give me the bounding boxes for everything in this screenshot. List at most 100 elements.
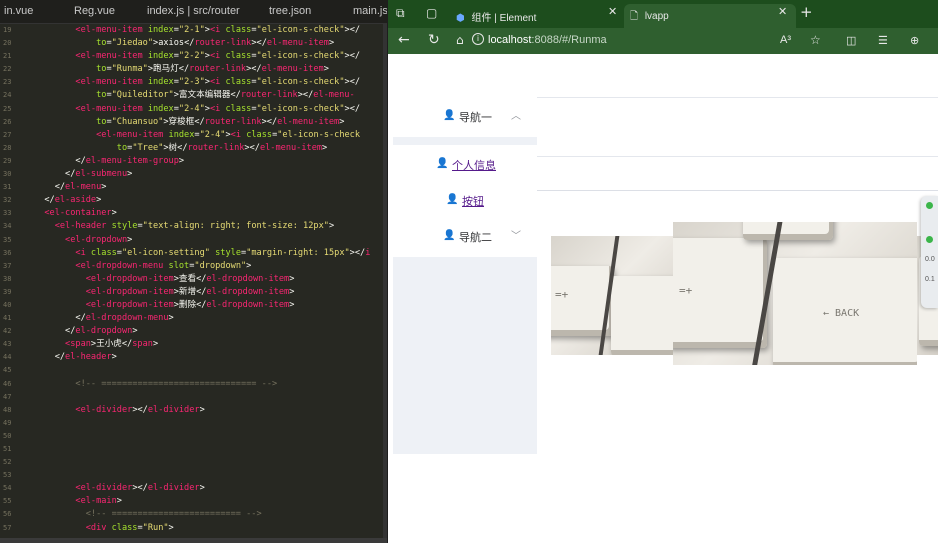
submenu-nav-1[interactable]: 👤 导航一 ︿ [393,97,537,137]
url-field[interactable]: localhost:8088/#/Runma [488,31,748,51]
status-dot [926,236,933,243]
code-token: el-submenu [75,169,128,180]
code-token: class [225,77,252,88]
code-line[interactable]: 34 <el-header style="text-align: right; … [0,220,387,233]
code-text: <el-menu-item index="2-4"><i class="el-i… [34,129,360,142]
code-line[interactable]: 46 <!-- ============================== -… [0,378,387,391]
code-token: ></ [246,64,262,75]
code-line[interactable]: 30 </el-submenu> [0,168,387,181]
browser-tab-lvapp[interactable]: 🗋 lvapp [624,4,796,28]
code-token: ></ [344,51,361,62]
code-line[interactable]: 45 [0,364,387,377]
code-line[interactable]: 44 </el-header> [0,351,387,364]
code-line[interactable]: 36 <i class="el-icon-setting" style="mar… [0,247,387,260]
panel-text: 0.1 [925,276,935,283]
menu-item-profile[interactable]: 👤 个人信息 [393,145,537,185]
code-token: > [178,155,185,166]
new-tab-icon[interactable]: + [800,3,813,21]
favorites-list-icon[interactable]: ☰ [878,34,888,47]
menu-item-button[interactable]: 👤 按钮 [393,181,537,221]
submenu-nav-2[interactable]: 👤 导航二 ﹀ [393,217,537,257]
carousel-slide-active[interactable]: =+ ← BACK [673,222,917,365]
code-line[interactable]: 48 <el-divider></el-divider> [0,404,387,417]
code-line[interactable]: 56 <!-- ========================= --> [0,508,387,521]
code-line[interactable]: 47 [0,391,387,404]
tab-actions-icon[interactable]: ▢ [426,6,437,20]
code-line[interactable]: 28 to="Tree">树</router-link></el-menu-it… [0,142,387,155]
workspaces-icon[interactable]: ⧉ [396,6,405,21]
code-line[interactable]: 21 <el-menu-item index="2-2"><i class="e… [0,50,387,63]
editor-tab-reg-vue[interactable]: Reg.vue [74,0,147,23]
code-line[interactable]: 29 </el-menu-item-group> [0,155,387,168]
code-line[interactable]: 22 to="Runma">跑马灯</router-link></el-menu… [0,63,387,76]
carousel[interactable]: =+ =+ ← BACK [551,222,938,372]
site-info-icon[interactable]: i [472,33,484,45]
editor-horizontal-scrollbar[interactable] [0,538,387,543]
code-line[interactable]: 31 </el-menu> [0,181,387,194]
line-number: 53 [3,471,12,480]
code-line[interactable]: 54 <el-divider></el-divider> [0,482,387,495]
close-tab-icon[interactable]: ✕ [608,5,617,18]
editor-vertical-scrollbar[interactable] [383,24,387,538]
content-divider [537,190,938,191]
code-line[interactable]: 39 <el-dropdown-item>新增</el-dropdown-ite… [0,286,387,299]
code-line[interactable]: 38 <el-dropdown-item>查看</el-dropdown-ite… [0,273,387,286]
code-line[interactable]: 33 <el-container> [0,207,387,220]
code-line[interactable]: 37 <el-dropdown-menu slot="dropdown"> [0,260,387,273]
code-text: <el-header style="text-align: right; fon… [34,220,334,233]
editor-tab-main-js[interactable]: main.js [353,0,387,23]
editor-tab-index-js[interactable]: index.js | src/router [147,0,269,23]
page-content: 👤 导航一 ︿ 👤 个人信息 👤 按钮 👤 导航二 ﹀ =+ =+ ← BACK… [388,54,938,543]
code-line[interactable]: 26 to="Chuansuo">穿梭框</router-link></el-m… [0,116,387,129]
floating-side-panel[interactable]: 0.0 0.1 [921,196,938,308]
code-line[interactable]: 52 [0,456,387,469]
code-line[interactable]: 51 [0,443,387,456]
read-aloud-icon[interactable]: A³ [780,34,791,46]
code-line[interactable]: 50 [0,430,387,443]
editor-tab-tree-json[interactable]: tree.json [269,0,353,23]
code-line[interactable]: 23 <el-menu-item index="2-3"><i class="e… [0,76,387,89]
code-token: el-menu-item-group [85,155,179,166]
code-text: <el-menu-item index="2-1"><i class="el-i… [34,24,360,37]
code-line[interactable]: 53 [0,469,387,482]
code-line[interactable]: 25 <el-menu-item index="2-4"><i class="e… [0,103,387,116]
line-number: 40 [3,300,12,309]
back-icon[interactable]: ← [398,32,410,48]
split-screen-icon[interactable]: ◫ [846,34,856,47]
carousel-slide-prev[interactable]: =+ [551,236,675,355]
favorite-star-icon[interactable]: ☆ [810,33,821,47]
refresh-icon[interactable]: ↻ [428,32,440,48]
browser-tab-element[interactable]: ⬢ 组件 | Element [450,4,626,28]
code-line[interactable]: 57 <div class="Run"> [0,522,387,535]
profile-link[interactable]: 个人信息 [452,157,496,173]
code-line[interactable]: 55 <el-main> [0,495,387,508]
code-line[interactable]: 32 </el-aside> [0,194,387,207]
code-token: "Run" [142,522,169,533]
code-text: <el-dropdown-item>查看</el-dropdown-item> [34,273,295,286]
code-token: ></ [132,404,148,415]
code-token: > [168,522,174,533]
home-icon[interactable]: ⌂ [456,33,464,47]
code-line[interactable]: 20 to="Jiedao">axios</router-link></el-m… [0,37,387,50]
collections-icon[interactable]: ⊕ [910,34,919,47]
button-link[interactable]: 按钮 [462,193,484,209]
code-line[interactable]: 24 to="Quileditor">富文本编辑器</router-link><… [0,89,387,102]
code-token: >查看</ [173,273,207,284]
code-token: router-link [187,142,245,153]
code-token: <!-- ============================== --> [34,378,278,389]
close-tab-icon[interactable]: ✕ [778,5,787,18]
code-token: > [322,142,328,153]
code-token: to [34,90,107,101]
code-line[interactable]: 49 [0,417,387,430]
code-line[interactable]: 42 </el-dropdown> [0,325,387,338]
editor-tab-main-vue[interactable]: in.vue [4,0,74,23]
code-token: "Quileditor" [111,90,174,101]
code-line[interactable]: 41 </el-dropdown-menu> [0,312,387,325]
element-favicon-icon: ⬢ [456,13,465,24]
code-line[interactable]: 43 <span>王小虎</span> [0,338,387,351]
code-line[interactable]: 40 <el-dropdown-item>删除</el-dropdown-ite… [0,299,387,312]
code-line[interactable]: 35 <el-dropdown> [0,234,387,247]
code-line[interactable]: 27 <el-menu-item index="2-4"><i class="e… [0,129,387,142]
code-lines[interactable]: 19 <el-menu-item index="2-1"><i class="e… [0,24,387,538]
code-line[interactable]: 19 <el-menu-item index="2-1"><i class="e… [0,24,387,37]
